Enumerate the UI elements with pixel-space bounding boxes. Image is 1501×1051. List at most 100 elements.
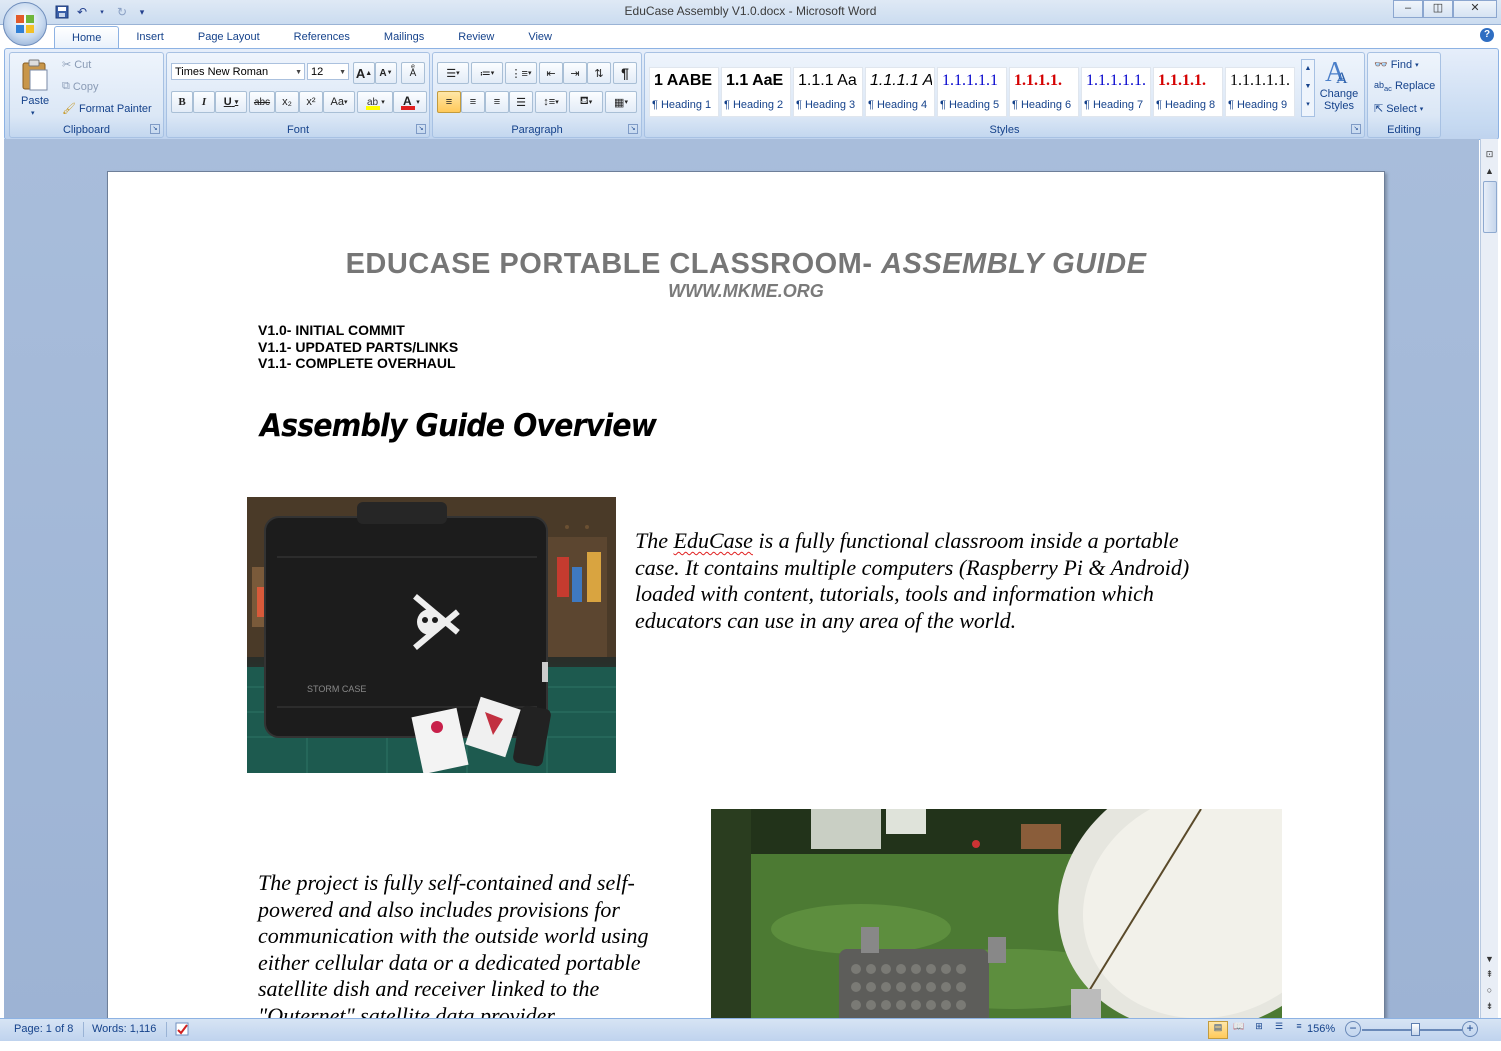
style-heading-5[interactable]: 1.1.1.1.1 ¶ Heading 5 bbox=[937, 67, 1007, 117]
svg-text:A: A bbox=[1336, 70, 1348, 85]
style-heading-9[interactable]: 1.1.1.1.1. ¶ Heading 9 bbox=[1225, 67, 1295, 117]
style-heading-7[interactable]: 1.1.1.1.1. ¶ Heading 7 bbox=[1081, 67, 1151, 117]
page-count[interactable]: Page: 1 of 8 bbox=[14, 1023, 73, 1035]
zoom-out-icon[interactable]: − bbox=[1345, 1021, 1361, 1037]
title-bar: EduCase Assembly V1.0.docx - Microsoft W… bbox=[0, 0, 1501, 25]
sort-button[interactable]: ⇅ bbox=[587, 62, 611, 84]
outline-icon[interactable]: ☰ bbox=[1270, 1021, 1288, 1037]
cut-button[interactable]: ✂ Cut bbox=[62, 58, 92, 72]
proofing-icon[interactable] bbox=[174, 1021, 192, 1040]
tab-home[interactable]: Home bbox=[54, 26, 120, 49]
font-color-button[interactable]: A ▾ bbox=[393, 91, 427, 113]
scroll-thumb[interactable] bbox=[1483, 181, 1497, 233]
italic-button[interactable]: I bbox=[193, 91, 215, 113]
replace-button[interactable]: abac Replace bbox=[1374, 80, 1435, 93]
document-page[interactable]: EDUCASE PORTABLE CLASSROOM- ASSEMBLY GUI… bbox=[107, 171, 1385, 1033]
tab-references[interactable]: References bbox=[277, 26, 367, 48]
cut-label: Cut bbox=[74, 58, 92, 71]
line-spacing-button[interactable]: ↕≡ ▾ bbox=[535, 91, 567, 113]
paintbrush-icon: 🖌 bbox=[62, 103, 76, 115]
paste-button[interactable]: Paste ▾ bbox=[16, 57, 54, 117]
style-heading-6[interactable]: 1.1.1.1. ¶ Heading 6 bbox=[1009, 67, 1079, 117]
bold-button[interactable]: B bbox=[171, 91, 193, 113]
multilevel-list-button[interactable]: ⋮≡ ▾ bbox=[505, 62, 537, 84]
redo-icon[interactable]: ↻ bbox=[114, 4, 130, 20]
zoom-level[interactable]: 156% bbox=[1307, 1023, 1335, 1035]
align-center-button[interactable]: ≡ bbox=[461, 91, 485, 113]
vertical-scrollbar[interactable]: ⊡ ▲ ▼ ⇞ ○ ⇟ bbox=[1480, 139, 1498, 1019]
tab-mailings[interactable]: Mailings bbox=[367, 26, 441, 48]
draft-icon[interactable]: ≡ bbox=[1290, 1021, 1308, 1037]
scroll-up-icon[interactable]: ▲ bbox=[1484, 166, 1495, 177]
style-heading-3[interactable]: 1.1.1 Aa ¶ Heading 3 bbox=[793, 67, 863, 117]
borders-button[interactable]: ▦ ▾ bbox=[605, 91, 637, 113]
ruler-toggle-icon[interactable]: ⊡ bbox=[1484, 149, 1495, 160]
previous-page-icon[interactable]: ⇞ bbox=[1484, 969, 1495, 980]
shrink-font-button[interactable]: A ▼ bbox=[375, 62, 397, 84]
subscript-button[interactable]: x₂ bbox=[275, 91, 299, 113]
browse-object-icon[interactable]: ○ bbox=[1484, 985, 1495, 996]
minimize-button[interactable]: – bbox=[1393, 0, 1423, 18]
bullets-button[interactable]: ☰ ▾ bbox=[437, 62, 469, 84]
highlight-button[interactable]: ab ▾ bbox=[357, 91, 393, 113]
font-group: Times New Roman ▼ 12 ▼ A ▲ A ▼ Aͤ B I U ▾ ab… bbox=[166, 52, 430, 138]
paste-dropdown-icon[interactable]: ▾ bbox=[31, 109, 35, 117]
font-family-select[interactable]: Times New Roman ▼ bbox=[171, 63, 305, 80]
font-size-select[interactable]: 12 ▼ bbox=[307, 63, 349, 80]
zoom-slider-thumb[interactable] bbox=[1411, 1023, 1420, 1036]
strikethrough-button[interactable]: abc bbox=[249, 91, 275, 113]
align-left-button[interactable]: ≡ bbox=[437, 91, 461, 113]
style-heading-2[interactable]: 1.1 AaE ¶ Heading 2 bbox=[721, 67, 791, 117]
styles-launcher-icon[interactable]: ↘ bbox=[1351, 124, 1361, 134]
decrease-indent-button[interactable]: ⇤ bbox=[539, 62, 563, 84]
style-heading-4[interactable]: 1.1.1.1 A ¶ Heading 4 bbox=[865, 67, 935, 117]
close-button[interactable]: ✕ bbox=[1453, 0, 1497, 18]
show-formatting-button[interactable]: ¶ bbox=[613, 62, 637, 84]
find-label: Find bbox=[1390, 58, 1413, 71]
shading-button[interactable]: ⛾ ▾ bbox=[569, 91, 603, 113]
increase-indent-button[interactable]: ⇥ bbox=[563, 62, 587, 84]
style-heading-1[interactable]: 1 AABE ¶ Heading 1 bbox=[649, 67, 719, 117]
numbering-button[interactable]: ≔ ▾ bbox=[471, 62, 503, 84]
copy-button[interactable]: ⧉ Copy bbox=[62, 80, 99, 93]
change-styles-button[interactable]: AA Change Styles bbox=[1317, 55, 1361, 121]
find-button[interactable]: 👓 Find ▾ bbox=[1374, 58, 1419, 72]
underline-button[interactable]: U ▾ bbox=[215, 91, 247, 113]
tab-insert[interactable]: Insert bbox=[119, 26, 181, 48]
office-button[interactable] bbox=[3, 2, 47, 46]
word-count[interactable]: Words: 1,116 bbox=[92, 1023, 156, 1035]
tab-review[interactable]: Review bbox=[441, 26, 511, 48]
font-launcher-icon[interactable]: ↘ bbox=[416, 124, 426, 134]
help-icon[interactable]: ? bbox=[1480, 28, 1494, 42]
clipboard-launcher-icon[interactable]: ↘ bbox=[150, 124, 160, 134]
scroll-down-icon[interactable]: ▼ bbox=[1484, 954, 1495, 965]
print-layout-icon[interactable]: ▤ bbox=[1208, 1021, 1228, 1039]
style-heading-8[interactable]: 1.1.1.1. ¶ Heading 8 bbox=[1153, 67, 1223, 117]
numbering-icon: ≔ bbox=[479, 67, 491, 80]
paragraph-launcher-icon[interactable]: ↘ bbox=[628, 124, 638, 134]
next-page-icon[interactable]: ⇟ bbox=[1484, 1001, 1495, 1012]
tab-page-layout[interactable]: Page Layout bbox=[181, 26, 277, 48]
change-case-button[interactable]: Aa ▾ bbox=[323, 91, 355, 113]
line-spacing-icon: ↕≡ bbox=[543, 96, 556, 108]
superscript-button[interactable]: x² bbox=[299, 91, 323, 113]
format-painter-button[interactable]: 🖌 Format Painter bbox=[62, 102, 152, 116]
full-screen-reading-icon[interactable]: 📖 bbox=[1230, 1021, 1248, 1037]
clear-formatting-button[interactable]: Aͤ bbox=[401, 62, 425, 84]
justify-button[interactable]: ☰ bbox=[509, 91, 533, 113]
undo-icon[interactable]: ↶ bbox=[74, 4, 90, 20]
zoom-in-icon[interactable]: + bbox=[1462, 1021, 1478, 1037]
undo-dropdown-icon[interactable]: ▾ bbox=[94, 4, 110, 20]
educase-photo[interactable]: STORM CASE bbox=[247, 497, 616, 773]
restore-button[interactable]: ◫ bbox=[1423, 0, 1453, 18]
misspelled-word[interactable]: EduCase bbox=[674, 528, 753, 553]
web-layout-icon[interactable]: ⊞ bbox=[1250, 1021, 1268, 1037]
styles-scroll[interactable]: ▲ ▼ ▾ bbox=[1301, 59, 1315, 117]
customize-qat-icon[interactable]: ▾ bbox=[134, 4, 150, 20]
grow-font-button[interactable]: A ▲ bbox=[353, 62, 375, 84]
select-button[interactable]: ⇱ Select ▾ bbox=[1374, 102, 1423, 116]
tab-view[interactable]: View bbox=[511, 26, 569, 48]
save-icon[interactable] bbox=[54, 4, 70, 20]
satellite-dish-photo[interactable] bbox=[711, 809, 1282, 1032]
align-right-button[interactable]: ≡ bbox=[485, 91, 509, 113]
